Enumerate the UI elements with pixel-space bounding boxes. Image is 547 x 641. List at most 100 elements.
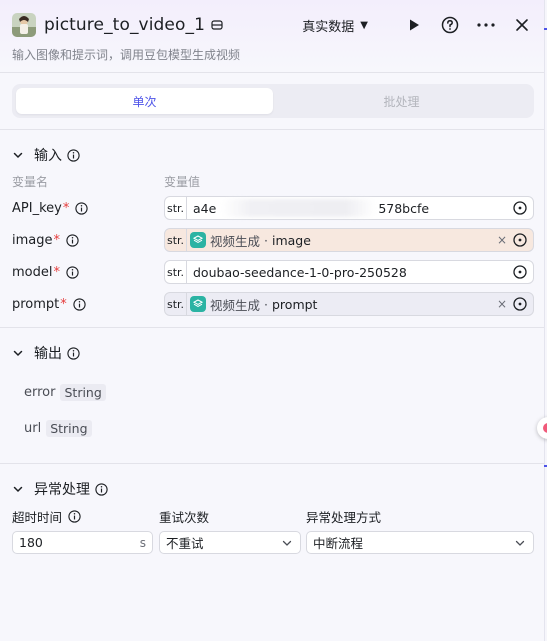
model-input[interactable]: str. doubao-seedance-1-0-pro-250528 (164, 260, 534, 284)
api-key-value-start: a4e (193, 200, 217, 216)
ref-separator: · (264, 296, 268, 312)
param-row-image: image * str. 视频生成 · image × (12, 228, 534, 252)
required-mark: * (60, 296, 67, 312)
type-tag: str. (165, 261, 187, 283)
output-name: error (24, 384, 56, 400)
close-icon (516, 19, 528, 31)
handling-label: 异常处理方式 (306, 510, 382, 525)
info-icon[interactable] (68, 510, 81, 523)
param-label: image (12, 232, 53, 248)
api-key-input[interactable]: str. a4e 578bcfe (164, 196, 534, 220)
param-name: model * (12, 260, 79, 284)
tab-single[interactable]: 单次 (16, 88, 273, 114)
info-icon[interactable] (75, 201, 88, 215)
param-row-model: model * str. doubao-seedance-1-0-pro-2505… (12, 260, 534, 284)
data-mode-select[interactable]: 真实数据 ▼ (302, 16, 368, 35)
chevron-down-icon[interactable] (12, 148, 26, 162)
run-button[interactable] (404, 15, 424, 35)
timeout-input[interactable]: 180 s (12, 531, 153, 554)
tab-batch[interactable]: 批处理 (273, 88, 530, 114)
ref-node-name: 视频生成 (210, 297, 261, 313)
indicator-dot (543, 423, 547, 433)
variable-picker-icon[interactable] (513, 233, 527, 247)
variable-picker-icon[interactable] (513, 265, 527, 279)
clear-icon[interactable]: × (495, 233, 509, 247)
type-tag: str. (165, 293, 187, 315)
info-icon[interactable] (73, 297, 86, 311)
retry-label: 重试次数 (159, 510, 210, 525)
exception-section-title: 异常处理 (34, 482, 90, 498)
param-name: image * (12, 228, 79, 252)
handling-value: 中断流程 (313, 536, 364, 551)
timeout-unit: s (139, 535, 146, 550)
chevron-down-icon (515, 537, 527, 549)
variable-picker-icon[interactable] (513, 297, 527, 311)
caret-down-icon: ▼ (360, 19, 368, 31)
timeout-label-text: 超时时间 (12, 510, 63, 525)
panel-header: picture_to_video_1 真实数据 ▼ (12, 11, 532, 39)
inputs-section-header: 输入 (12, 145, 80, 165)
variable-picker-icon[interactable] (513, 201, 527, 215)
divider (0, 327, 544, 328)
exception-section-header: 异常处理 (12, 479, 108, 499)
image-input[interactable]: str. 视频生成 · image × (164, 228, 534, 252)
info-icon[interactable] (67, 346, 80, 360)
chevron-down-icon (282, 537, 294, 549)
ref-separator: · (264, 232, 268, 248)
param-label: prompt (12, 296, 60, 312)
type-tag: str. (165, 229, 187, 251)
output-row-url: url String (24, 418, 92, 438)
output-row-error: error String (24, 382, 106, 402)
param-name: API_key * (12, 196, 88, 220)
redaction-blur (221, 199, 376, 217)
info-icon[interactable] (66, 265, 79, 279)
chevron-down-icon[interactable] (12, 346, 26, 360)
divider (0, 129, 544, 130)
clear-icon[interactable]: × (495, 297, 509, 311)
output-type-tag: String (60, 383, 106, 401)
close-button[interactable] (512, 15, 532, 35)
info-icon[interactable] (66, 233, 79, 247)
layers-icon (190, 232, 206, 248)
param-row-prompt: prompt * str. 视频生成 · prompt × (12, 292, 534, 316)
node-title: picture_to_video_1 (44, 15, 205, 35)
node-description: 输入图像和提示词，调用豆包模型生成视频 (12, 48, 241, 62)
divider (0, 72, 544, 73)
outputs-section-header: 输出 (12, 343, 80, 363)
chevron-down-icon[interactable] (12, 482, 26, 496)
node-config-panel: picture_to_video_1 真实数据 ▼ 输入图像和提示词，调用豆包模… (0, 0, 545, 641)
node-db-icon (211, 18, 225, 32)
prompt-input[interactable]: str. 视频生成 · prompt × (164, 292, 534, 316)
output-name: url (24, 420, 42, 436)
api-key-value-end: 578bcfe (378, 200, 430, 216)
output-type-tag: String (46, 419, 92, 437)
variable-reference: 视频生成 · image (190, 231, 495, 250)
play-icon (410, 19, 419, 31)
param-label: API_key (12, 200, 62, 216)
column-header-name: 变量名 (12, 175, 49, 189)
inputs-section-title: 输入 (34, 148, 62, 164)
param-row-api-key: API_key * str. a4e 578bcfe (12, 196, 534, 220)
required-mark: * (53, 232, 61, 248)
required-mark: * (53, 264, 60, 280)
layers-icon (190, 296, 206, 312)
timeout-value: 180 (19, 535, 43, 550)
more-button[interactable] (476, 15, 496, 35)
column-header-value: 变量值 (164, 175, 201, 189)
handling-select[interactable]: 中断流程 (306, 531, 534, 554)
retry-select[interactable]: 不重试 (159, 531, 301, 554)
info-icon[interactable] (95, 482, 108, 496)
data-mode-label: 真实数据 (302, 19, 355, 35)
more-icon (477, 23, 495, 27)
ref-node-name: 视频生成 (210, 233, 261, 249)
type-tag: str. (165, 197, 187, 219)
node-thumbnail (12, 13, 36, 37)
run-mode-tabs: 单次 批处理 (12, 84, 534, 118)
help-button[interactable] (440, 15, 460, 35)
model-value: doubao-seedance-1-0-pro-250528 (193, 264, 407, 280)
variable-reference: 视频生成 · prompt (190, 295, 495, 314)
param-label: model (12, 264, 53, 280)
help-icon (441, 16, 459, 34)
retry-value: 不重试 (166, 536, 204, 551)
info-icon[interactable] (67, 148, 80, 162)
